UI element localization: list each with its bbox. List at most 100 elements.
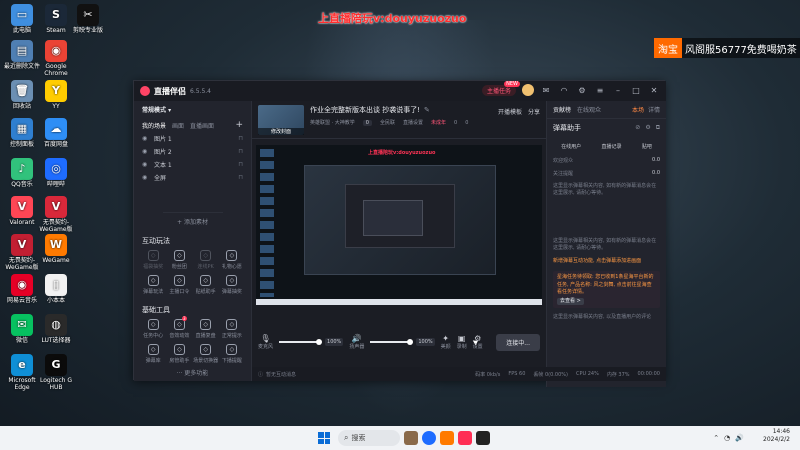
start-live-button[interactable]: 连接中... <box>496 333 540 351</box>
desktop-icon[interactable]: G Logitech G HUB <box>38 354 74 391</box>
template-button[interactable]: 开播模板 <box>498 107 522 116</box>
popout-icon[interactable]: ⧉ <box>656 124 660 132</box>
lock-icon[interactable]: ⊓ <box>238 174 243 181</box>
desktop-icon[interactable]: W WeGame <box>38 234 74 265</box>
source-item[interactable]: ◉ 图片 2 ⊓ <box>134 145 251 158</box>
headset-icon[interactable]: ◠ <box>558 84 570 96</box>
tab-tieba[interactable]: 贴吧 <box>642 143 652 150</box>
tab-live-records[interactable]: 直播记录 <box>601 143 621 150</box>
tab-online-users[interactable]: 在线用户 <box>561 143 581 150</box>
avatar[interactable] <box>522 84 534 96</box>
tool-button[interactable]: ◇ 福袋抽奖 <box>140 250 166 270</box>
tool-button[interactable]: ◇ 粉丝团 <box>166 250 192 270</box>
tab-contribution[interactable]: 贡献榜 <box>553 105 571 114</box>
beauty-icon[interactable]: ✦ <box>442 334 449 343</box>
mode-selector[interactable]: 常规模式 ▾ <box>142 105 171 114</box>
desktop-icon[interactable]: ✂ 剪映专业版 <box>70 4 106 35</box>
lock-icon[interactable]: ⊓ <box>238 161 243 168</box>
quality-button[interactable]: 全民联 <box>380 119 395 126</box>
lock-icon[interactable]: ⊓ <box>238 135 243 142</box>
more-functions-button[interactable]: ··· 更多功能 <box>134 364 251 377</box>
record-icon[interactable]: ▣ <box>458 334 466 343</box>
tool-button[interactable]: ◇ 正常提示 <box>219 319 245 339</box>
add-scene-icon[interactable]: + <box>235 120 243 130</box>
eye-icon[interactable]: ◉ <box>142 148 150 155</box>
taskbar-app-live-icon[interactable] <box>458 431 472 445</box>
desktop-icon[interactable]: ▤ 最近删除文件 <box>4 40 40 71</box>
tool-button[interactable]: ◇ 下播提醒 <box>219 344 245 364</box>
menu-icon[interactable]: ≡ <box>594 84 606 96</box>
desktop-icon[interactable]: ◉ 网易云音乐 <box>4 274 40 305</box>
minimize-icon[interactable]: – <box>612 84 624 96</box>
desktop-icon[interactable]: e Microsoft Edge <box>4 354 40 391</box>
source-item[interactable]: ◉ 文本 1 ⊓ <box>134 158 251 171</box>
microphone-icon[interactable]: 🎙 <box>260 334 270 343</box>
desktop-icon[interactable]: S Steam <box>38 4 74 35</box>
edit-icon[interactable]: ✎ <box>424 106 430 114</box>
mic-slider[interactable] <box>279 339 323 345</box>
share-button[interactable]: 分享 <box>528 107 540 116</box>
taskbar-app-game-icon[interactable] <box>404 431 418 445</box>
volume-icon[interactable]: 🔊 <box>735 434 744 442</box>
tab-online[interactable]: 在线观众 <box>577 105 601 114</box>
desktop-icon[interactable]: ▦ 控制面板 <box>4 118 40 149</box>
tool-button[interactable]: ◇ 房管助手 <box>166 344 192 364</box>
tool-button[interactable]: ◇ 3 音效动效 <box>166 316 192 339</box>
tool-button[interactable]: ◇ 弹幕玩法 <box>140 275 166 295</box>
beauty-control[interactable]: ✦ 美颜 <box>441 334 451 350</box>
desktop-icon[interactable]: ◍ LUT选择器 <box>38 314 74 345</box>
live-preview[interactable]: 上直播陪玩v:douyuzuozuo <box>256 145 542 305</box>
tool-button[interactable]: ◇ 主播口令 <box>166 275 192 295</box>
chevron-up-icon[interactable]: ⌃ <box>713 434 719 442</box>
desktop-icon[interactable]: Y YY <box>38 80 74 111</box>
wifi-icon[interactable]: ◔ <box>724 434 730 442</box>
eye-icon[interactable]: ◉ <box>142 174 150 181</box>
desktop-icon[interactable]: 🗑 回收站 <box>4 80 40 111</box>
desktop-icon[interactable]: ◎ 哔哩哔 <box>38 158 74 189</box>
taskbar-app-wegame-icon[interactable] <box>440 431 454 445</box>
live-settings-button[interactable]: 直播设置 <box>403 119 423 126</box>
add-source-button[interactable]: + 添加素材 <box>162 212 223 226</box>
taskbar-search[interactable]: ⌕ 搜索 <box>338 430 400 446</box>
taskbar-app-ghub-icon[interactable] <box>476 431 490 445</box>
clear-icon[interactable]: ⊘ <box>635 124 640 132</box>
message-icon[interactable]: ✉ <box>540 84 552 96</box>
cover-image[interactable]: 修改封面 <box>258 105 304 135</box>
tool-button[interactable]: ◇ 任务中心 <box>140 319 166 339</box>
eye-icon[interactable]: ◉ <box>142 161 150 168</box>
desktop-icon[interactable]: ✉ 微信 <box>4 314 40 345</box>
speaker-icon[interactable]: 🔊 <box>352 334 362 343</box>
gear-icon[interactable]: ⚙ <box>645 124 650 132</box>
tool-button[interactable]: ◇ 直播复盘 <box>193 319 219 339</box>
desktop-icon[interactable]: ▭ 此电脑 <box>4 4 40 35</box>
desktop-icon[interactable]: ☁ 百度网盘 <box>38 118 74 149</box>
details-link[interactable]: 详情 <box>648 105 660 114</box>
speaker-slider-knob[interactable] <box>407 339 414 345</box>
lock-icon[interactable]: ⊓ <box>238 148 243 155</box>
streamer-task-button[interactable]: 主播任务 NEW <box>481 80 520 96</box>
source-item[interactable]: ◉ 图片 1 ⊓ <box>134 132 251 145</box>
mic-control[interactable]: 🎙 麦克风 <box>258 334 273 350</box>
tab-this-session[interactable]: 本场 <box>632 105 644 114</box>
desktop-icon[interactable]: V Valorant <box>4 196 40 227</box>
category-label[interactable]: 英雄联盟 · 大神教学 <box>310 119 355 126</box>
tab-my-scene[interactable]: 我的场景 <box>142 121 166 130</box>
source-item[interactable]: ◉ 全屏 ⊓ <box>134 171 251 184</box>
desktop-icon[interactable]: ▯ 小本本 <box>38 274 74 305</box>
mic-slider-knob[interactable] <box>316 339 323 345</box>
desktop-icon[interactable]: ◉ Google Chrome <box>38 40 74 77</box>
desktop-icon[interactable]: V 无畏契约-WeGame版 <box>4 234 40 271</box>
taskbar-app-chrome-icon[interactable] <box>422 431 436 445</box>
record-control[interactable]: ▣ 录制 <box>457 334 467 350</box>
clock[interactable]: 14:46 2024/2/2 <box>763 428 790 444</box>
tool-button[interactable]: ◇ 弹幕库 <box>140 344 166 364</box>
desktop-icon[interactable]: ♪ QQ音乐 <box>4 158 40 189</box>
gear-icon[interactable]: ⚙ <box>576 84 588 96</box>
tool-button[interactable]: ◇ 场景切换器 <box>193 344 219 364</box>
tool-button[interactable]: ◇ 连线PK <box>193 250 219 270</box>
tool-button[interactable]: ◇ 贴纸助手 <box>193 275 219 295</box>
close-icon[interactable]: ✕ <box>648 84 660 96</box>
eye-icon[interactable]: ◉ <box>142 135 150 142</box>
tool-button[interactable]: ◇ 礼物心愿 <box>219 250 245 270</box>
danmaku-tip[interactable]: 新增弹幕互动功能, 点击弹幕添加进画面 <box>547 255 666 268</box>
